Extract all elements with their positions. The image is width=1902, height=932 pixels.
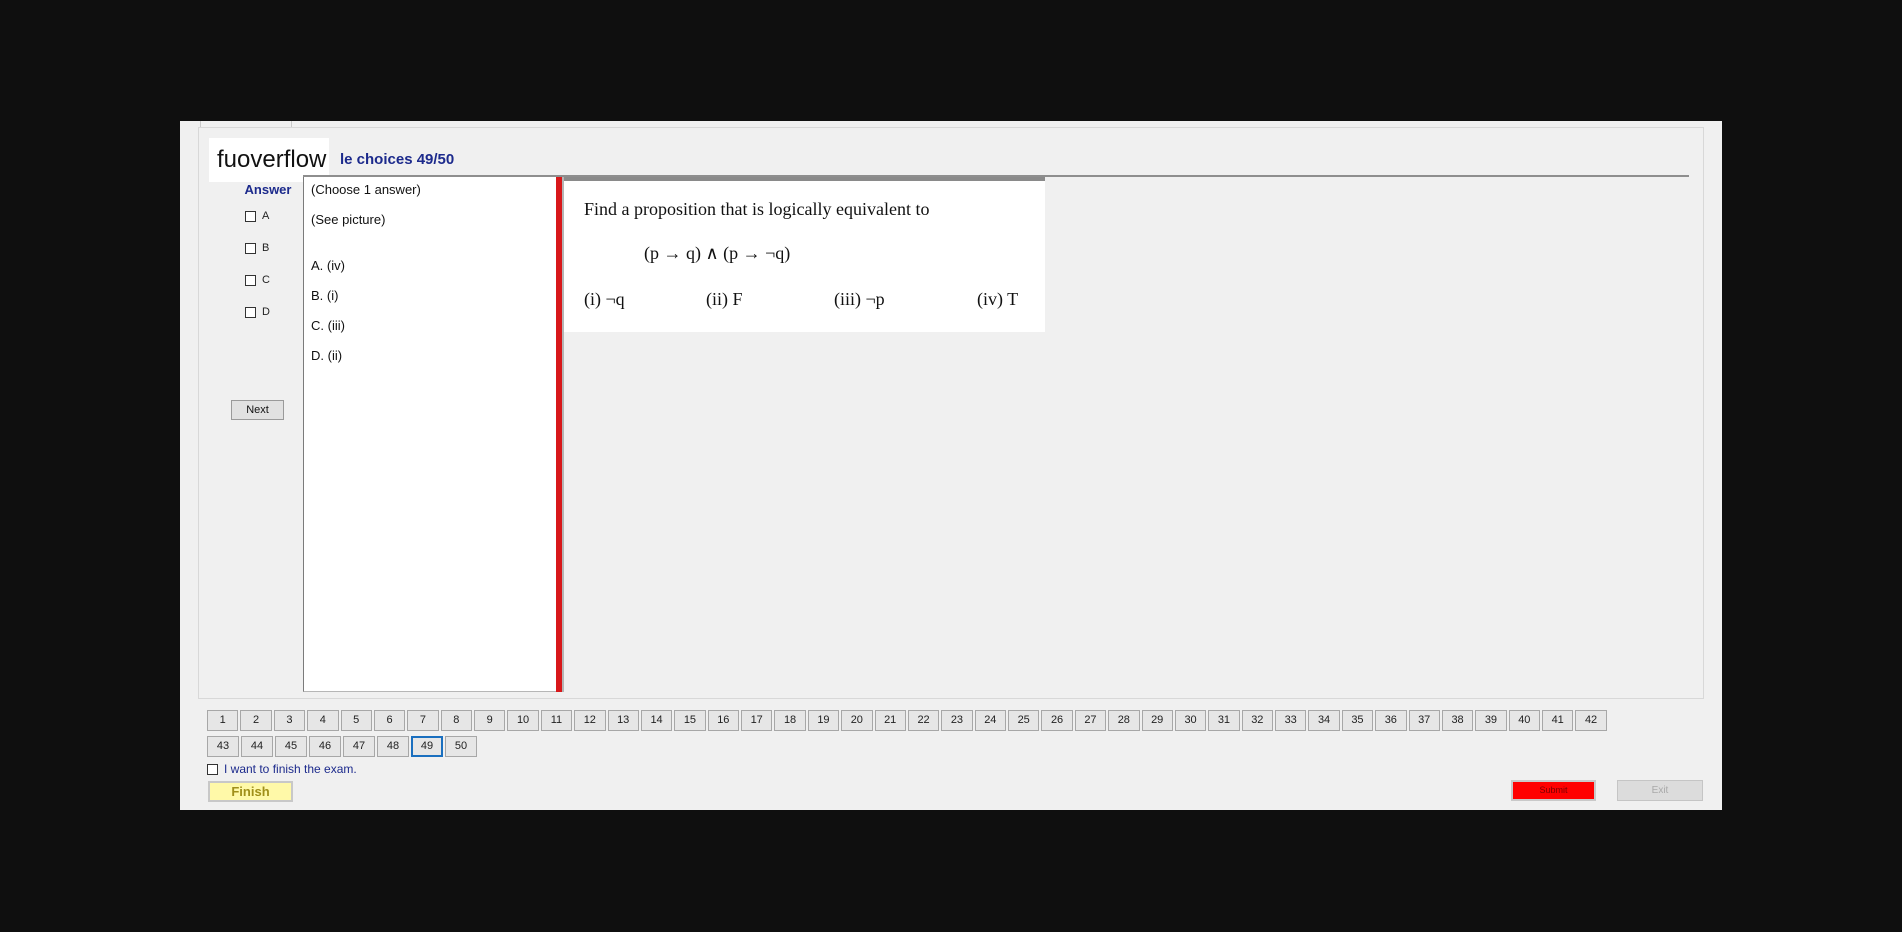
question-number-button[interactable]: 36 xyxy=(1375,710,1407,731)
question-number-button[interactable]: 35 xyxy=(1341,710,1374,731)
question-number-button[interactable]: 47 xyxy=(343,736,375,757)
question-number-button[interactable]: 44 xyxy=(241,736,273,757)
question-heading: le choices 49/50 xyxy=(340,151,455,168)
option-b-label: B xyxy=(262,242,270,254)
option-a-label: A xyxy=(262,210,270,222)
question-number-button[interactable]: 31 xyxy=(1208,710,1240,731)
option-c-label: C xyxy=(262,274,270,286)
question-number-button[interactable]: 17 xyxy=(741,710,773,731)
question-choice-iii: (iii) ¬p xyxy=(834,289,885,309)
question-number-button[interactable]: 5 xyxy=(340,710,372,731)
finish-exam-check[interactable]: I want to finish the exam. xyxy=(207,762,357,776)
question-number-button[interactable]: 4 xyxy=(307,710,339,731)
question-navigator: 1 2 3 4 5 6 7 8 9 10 11 12 13 14 15 16 17 18 19 20 21 22 23 24 2… xyxy=(207,710,1607,762)
answer-text-panel: (Choose 1 answer) (See picture) A. (iv) … xyxy=(303,177,557,692)
question-number-button[interactable]: 3 xyxy=(273,710,306,731)
exit-button[interactable]: Exit xyxy=(1617,780,1703,801)
question-number-button[interactable]: 45 xyxy=(275,736,307,757)
see-picture-text: (See picture) xyxy=(311,212,386,227)
question-number-button[interactable]: 15 xyxy=(674,710,706,731)
option-b-checkbox[interactable] xyxy=(245,242,256,254)
question-number-button[interactable]: 30 xyxy=(1174,710,1207,731)
question-number-button[interactable]: 10 xyxy=(507,710,539,731)
question-number-button[interactable]: 23 xyxy=(941,710,973,731)
question-choice-i: (i) ¬q xyxy=(584,289,625,309)
next-button[interactable]: Next xyxy=(231,400,284,420)
question-formula: (p → q) ∧ (p → ¬q) xyxy=(644,243,791,263)
question-navigator-row-2: 43 44 45 46 47 48 49 50 xyxy=(207,736,1607,757)
question-number-button[interactable]: 41 xyxy=(1542,710,1574,731)
exam-window: fuoverflow le choices 49/50 Answer A B C… xyxy=(180,121,1722,810)
answer-label: Answer xyxy=(244,182,292,197)
question-number-button[interactable]: 11 xyxy=(540,710,573,731)
question-text: Find a proposition that is logically equ… xyxy=(584,199,930,219)
question-number-button[interactable]: 33 xyxy=(1275,710,1307,731)
question-choice-ii: (ii) F xyxy=(706,289,743,309)
option-b-row[interactable]: B xyxy=(245,240,269,256)
question-number-button[interactable]: 24 xyxy=(974,710,1006,731)
question-number-button[interactable]: 40 xyxy=(1508,710,1540,731)
question-number-button[interactable]: 1 xyxy=(207,710,239,731)
instruction-text: (Choose 1 answer) xyxy=(311,182,421,197)
question-number-button[interactable]: 16 xyxy=(707,710,739,731)
question-number-button[interactable]: 7 xyxy=(407,710,439,731)
question-number-button[interactable]: 43 xyxy=(207,736,239,757)
finish-exam-checkbox[interactable] xyxy=(207,763,218,775)
question-number-button[interactable]: 14 xyxy=(640,710,673,731)
submit-button[interactable]: Submit xyxy=(1511,780,1596,801)
question-number-button[interactable]: 26 xyxy=(1041,710,1073,731)
question-number-button[interactable]: 37 xyxy=(1408,710,1440,731)
choice-a-text: A. (iv) xyxy=(311,258,345,273)
question-number-button[interactable]: 20 xyxy=(841,710,873,731)
question-number-button[interactable]: 49 xyxy=(411,736,443,757)
option-d-label: D xyxy=(262,306,270,318)
question-number-button[interactable]: 42 xyxy=(1575,710,1607,731)
question-number-button[interactable]: 50 xyxy=(445,736,477,757)
question-number-button[interactable]: 48 xyxy=(377,736,409,757)
question-number-button[interactable]: 29 xyxy=(1141,710,1173,731)
question-number-button[interactable]: 9 xyxy=(474,710,506,731)
question-number-button[interactable]: 18 xyxy=(774,710,806,731)
question-number-button[interactable]: 6 xyxy=(373,710,406,731)
option-c-row[interactable]: C xyxy=(245,272,270,288)
question-number-button[interactable]: 28 xyxy=(1108,710,1140,731)
option-d-checkbox[interactable] xyxy=(245,306,256,318)
question-number-button[interactable]: 46 xyxy=(309,736,341,757)
finish-exam-label: I want to finish the exam. xyxy=(224,762,357,776)
finish-button[interactable]: Finish xyxy=(208,781,293,802)
choice-c-text: C. (iii) xyxy=(311,318,345,333)
question-number-button[interactable]: 19 xyxy=(807,710,840,731)
question-number-button[interactable]: 22 xyxy=(907,710,940,731)
question-number-button[interactable]: 38 xyxy=(1441,710,1474,731)
question-navigator-row-1: 1 2 3 4 5 6 7 8 9 10 11 12 13 14 15 16 17 18 19 20 21 22 23 24 2… xyxy=(207,710,1607,731)
question-number-button[interactable]: 25 xyxy=(1008,710,1040,731)
option-c-checkbox[interactable] xyxy=(245,274,256,286)
question-number-button[interactable]: 32 xyxy=(1241,710,1273,731)
option-a-row[interactable]: A xyxy=(245,208,269,224)
question-choice-iv: (iv) T xyxy=(977,289,1019,309)
option-a-checkbox[interactable] xyxy=(245,210,256,222)
question-number-button[interactable]: 13 xyxy=(607,710,639,731)
question-number-button[interactable]: 12 xyxy=(574,710,606,731)
question-number-button[interactable]: 34 xyxy=(1308,710,1340,731)
question-number-button[interactable]: 8 xyxy=(440,710,472,731)
question-image: Find a proposition that is logically equ… xyxy=(564,177,1045,332)
option-d-row[interactable]: D xyxy=(245,304,270,320)
choice-b-text: B. (i) xyxy=(311,288,339,303)
choice-d-text: D. (ii) xyxy=(311,348,343,363)
exam-frame: fuoverflow le choices 49/50 Answer A B C… xyxy=(198,127,1704,699)
question-number-button[interactable]: 2 xyxy=(240,710,272,731)
question-number-button[interactable]: 27 xyxy=(1074,710,1107,731)
question-number-button[interactable]: 39 xyxy=(1475,710,1507,731)
question-number-button[interactable]: 21 xyxy=(874,710,906,731)
